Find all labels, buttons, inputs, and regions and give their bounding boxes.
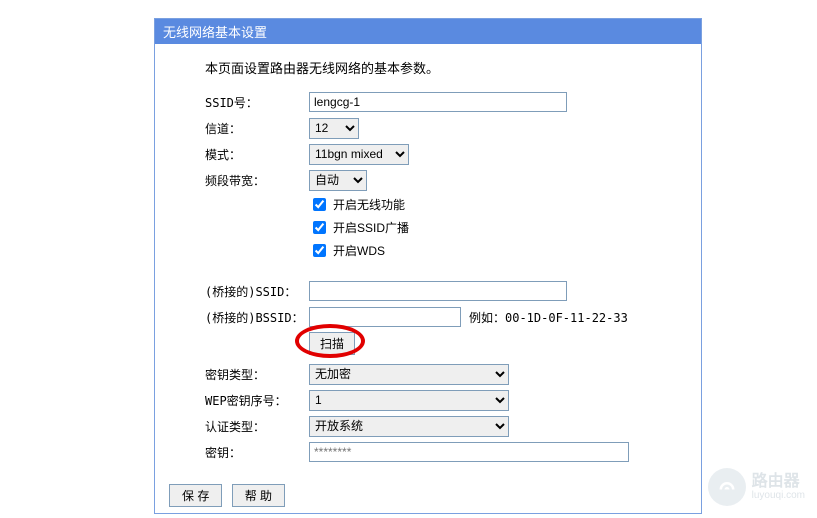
- enable-wds-label: 开启WDS: [333, 242, 385, 259]
- ssid-label: SSID号：: [205, 94, 309, 111]
- panel-title: 无线网络基本设置: [155, 19, 701, 44]
- watermark: 路由器 luyouqi.com: [708, 468, 805, 506]
- enable-wifi-checkbox[interactable]: [313, 198, 326, 211]
- bandwidth-select[interactable]: 自动: [309, 170, 367, 191]
- ssid-input[interactable]: [309, 92, 567, 112]
- router-icon: [708, 468, 746, 506]
- bridge-ssid-label: (桥接的)SSID：: [205, 283, 309, 300]
- save-button[interactable]: 保 存: [169, 484, 222, 507]
- footer-bar: 保 存 帮 助: [154, 478, 702, 514]
- keytype-label: 密钥类型：: [205, 366, 309, 383]
- watermark-title: 路由器: [752, 473, 805, 491]
- channel-select[interactable]: 12: [309, 118, 359, 139]
- keytype-select[interactable]: 无加密: [309, 364, 509, 385]
- bandwidth-label: 频段带宽：: [205, 172, 309, 189]
- key-label: 密钥：: [205, 444, 309, 461]
- page-description: 本页面设置路由器无线网络的基本参数。: [205, 58, 661, 77]
- settings-panel: 无线网络基本设置 本页面设置路由器无线网络的基本参数。 SSID号： 信道： 1…: [154, 18, 702, 482]
- mode-label: 模式：: [205, 146, 309, 163]
- bridge-bssid-input[interactable]: [309, 307, 461, 327]
- bridge-ssid-input[interactable]: [309, 281, 567, 301]
- help-button[interactable]: 帮 助: [232, 484, 285, 507]
- key-input[interactable]: [309, 442, 629, 462]
- auth-select[interactable]: 开放系统: [309, 416, 509, 437]
- panel-body: 本页面设置路由器无线网络的基本参数。 SSID号： 信道： 12 模式： 11b…: [155, 44, 701, 481]
- bridge-bssid-label: (桥接的)BSSID：: [205, 309, 309, 326]
- bssid-example: 例如：00-1D-0F-11-22-33: [469, 309, 628, 326]
- scan-button[interactable]: 扫描: [309, 332, 355, 355]
- wepidx-label: WEP密钥序号：: [205, 392, 309, 409]
- enable-ssid-checkbox[interactable]: [313, 221, 326, 234]
- wepidx-select[interactable]: 1: [309, 390, 509, 411]
- enable-wifi-label: 开启无线功能: [333, 196, 405, 213]
- watermark-sub: luyouqi.com: [752, 490, 805, 501]
- enable-ssid-label: 开启SSID广播: [333, 219, 409, 236]
- auth-label: 认证类型：: [205, 418, 309, 435]
- mode-select[interactable]: 11bgn mixed: [309, 144, 409, 165]
- channel-label: 信道：: [205, 120, 309, 137]
- enable-wds-checkbox[interactable]: [313, 244, 326, 257]
